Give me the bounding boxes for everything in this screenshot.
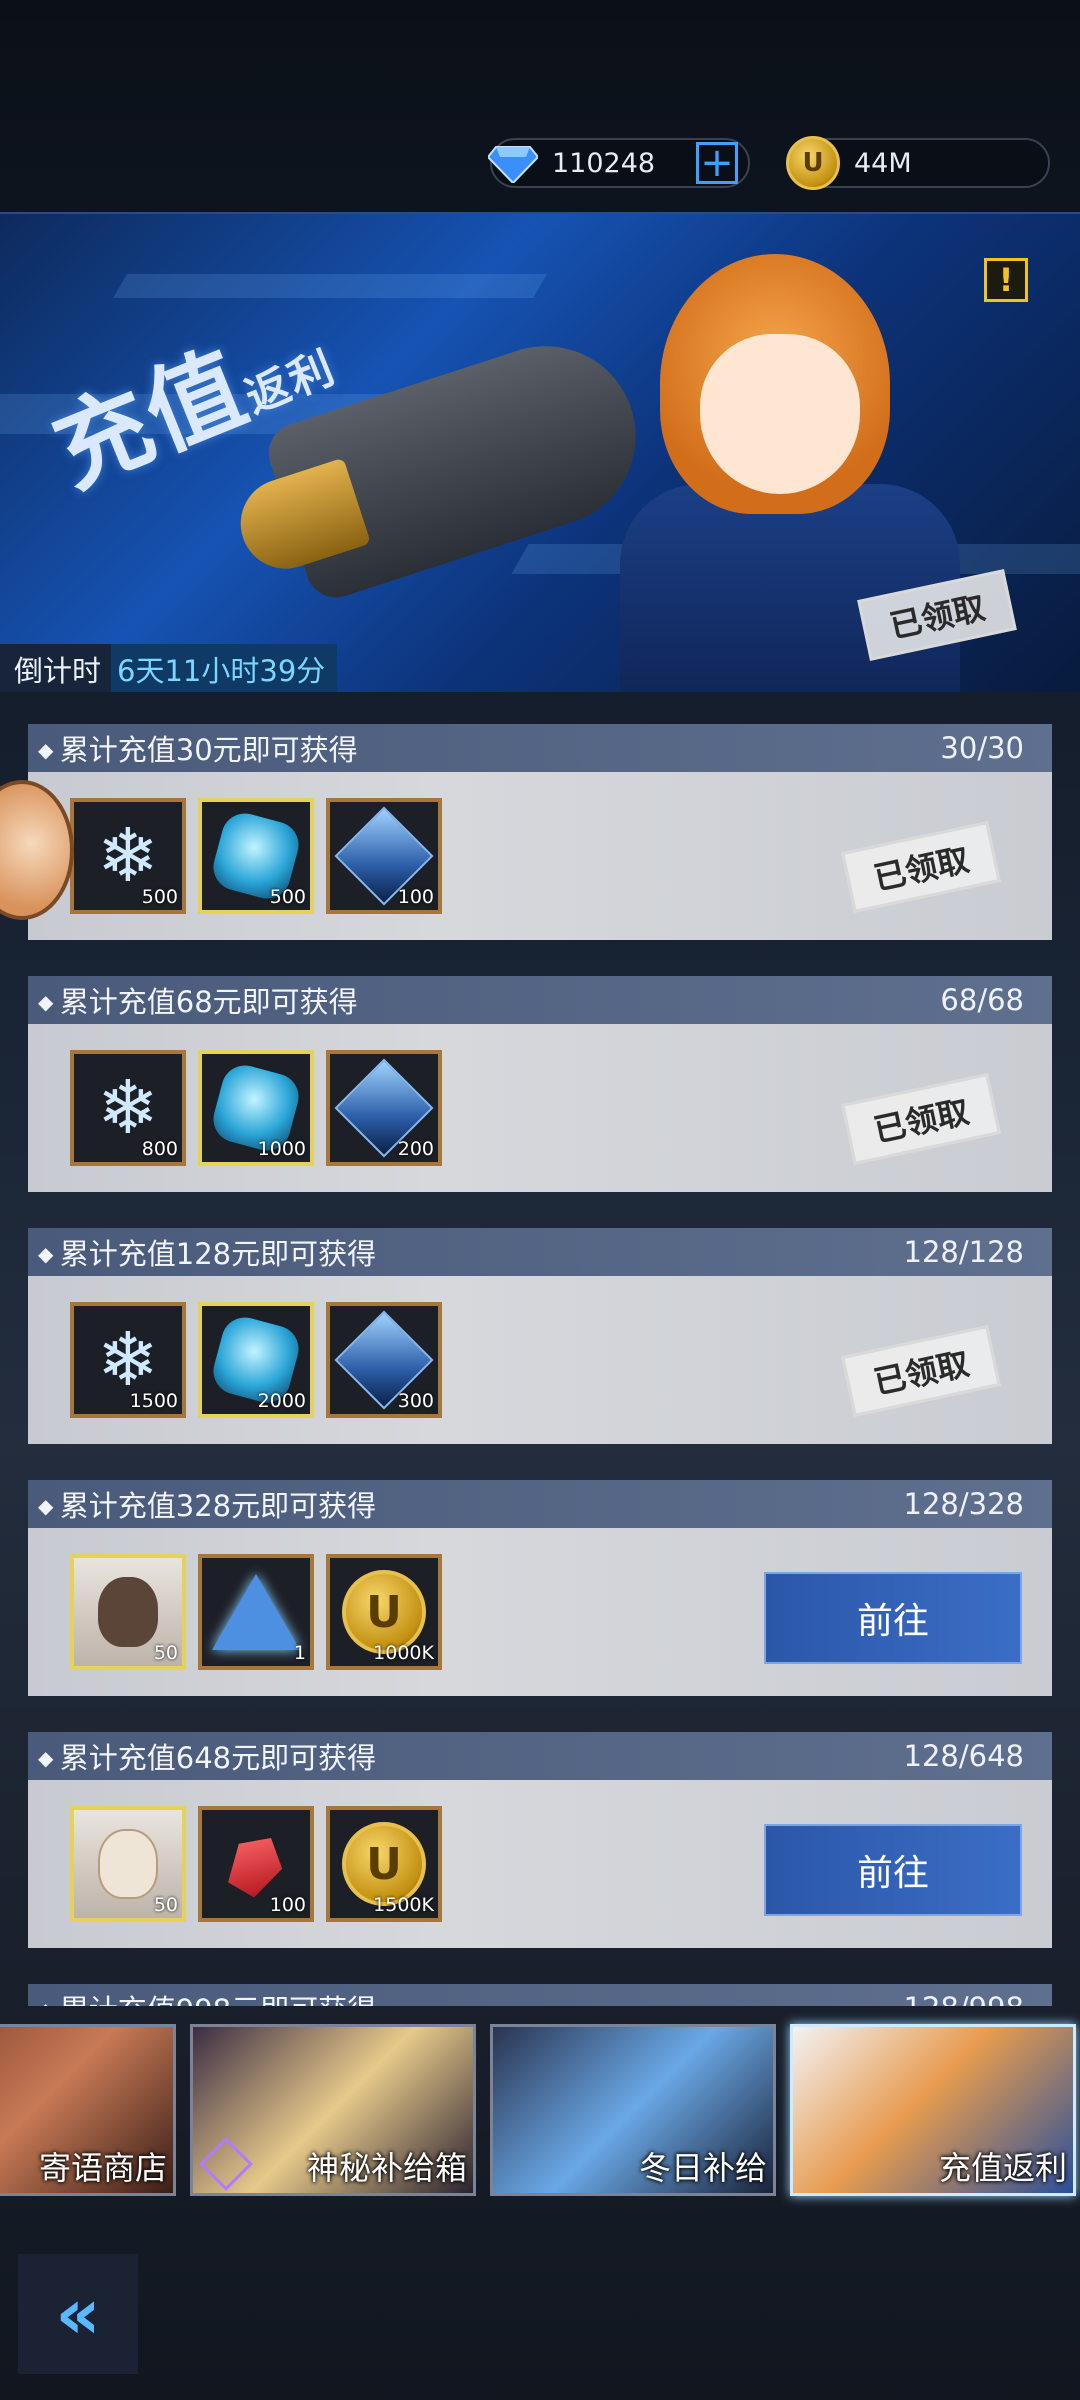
reward-progress: 128/128 (903, 1235, 1024, 1269)
item-qty: 200 (397, 1138, 434, 1160)
reward-item[interactable]: 2000 (198, 1302, 314, 1418)
item-qty: 100 (397, 886, 434, 908)
item-qty: 1500K (373, 1894, 434, 1916)
reward-card-header: 累计充值328元即可获得 128/328 (28, 1480, 1052, 1528)
item-qty: 500 (141, 886, 178, 908)
item-qty: 1500 (129, 1390, 178, 1412)
info-warning-icon[interactable]: ! (984, 258, 1028, 302)
u-coin-icon: U (786, 136, 840, 190)
reward-progress: 30/30 (940, 731, 1024, 765)
claimed-stamp: 已领取 (841, 821, 1001, 913)
item-qty: 800 (141, 1138, 178, 1160)
reward-progress: 128/328 (903, 1487, 1024, 1521)
banner-title-sub: 返利 (238, 341, 343, 424)
banner-title-main: 充值 (38, 330, 262, 509)
reward-title: 累计充值128元即可获得 (38, 1231, 376, 1273)
reward-item[interactable]: ❄ 800 (70, 1050, 186, 1166)
reward-card-body: 50 1 U 1000K 前往 (28, 1528, 1052, 1696)
reward-card-body: ❄ 1500 2000 300 已领取 (28, 1276, 1052, 1444)
recharge-rebate-screen: 110248 + U 44M 充值返利 ! 已领取 倒计时 6天11小时39分 … (0, 0, 1080, 2400)
reward-title: 累计充值998元即可获得 (38, 1987, 376, 2006)
add-gems-button[interactable]: + (696, 142, 738, 184)
item-qty: 50 (153, 1642, 178, 1664)
reward-item[interactable]: 300 (326, 1302, 442, 1418)
reward-item[interactable]: 100 (326, 798, 442, 914)
reward-card: 累计充值68元即可获得 68/68 ❄800 1000 200 已领取 (28, 976, 1052, 1192)
item-qty: 1000 (257, 1138, 306, 1160)
coin-balance: U 44M (786, 136, 1050, 190)
reward-title: 累计充值328元即可获得 (38, 1483, 376, 1525)
reward-progress: 68/68 (940, 983, 1024, 1017)
reward-card-header: 累计充值998元即可获得 128/998 (28, 1984, 1052, 2006)
character-coat-art (620, 484, 960, 692)
reward-item[interactable]: 500 (198, 798, 314, 914)
tab-label: 充值返利 (938, 2149, 1067, 2187)
reward-card: 累计充值128元即可获得 128/128 ❄1500 2000 300 已领取 (28, 1228, 1052, 1444)
reward-card-header: 累计充值30元即可获得 30/30 (28, 724, 1052, 772)
currency-bar: 110248 + U 44M (0, 130, 1080, 200)
event-tabs: 寄语商店 神秘补给箱 冬日补给 充值返利 (0, 2024, 1080, 2200)
coin-amount: 44M (854, 147, 912, 179)
item-qty: 1 (293, 1642, 306, 1664)
reward-item[interactable]: 1 (198, 1554, 314, 1670)
tab-mystery-supply[interactable]: 神秘补给箱 (190, 2024, 476, 2196)
reward-card-body: 50 100 U 1500K 前往 (28, 1780, 1052, 1948)
reward-item[interactable]: 1000 (198, 1050, 314, 1166)
event-banner: 充值返利 ! 已领取 (0, 212, 1080, 692)
tab-recharge-rebate[interactable]: 充值返利 (790, 2024, 1076, 2196)
item-qty: 300 (397, 1390, 434, 1412)
item-qty: 2000 (257, 1390, 306, 1412)
item-qty: 500 (269, 886, 306, 908)
reward-item[interactable]: 200 (326, 1050, 442, 1166)
reward-list[interactable]: 累计充值30元即可获得 30/30 ❄500 500 100 已领取 累计充值6… (28, 724, 1052, 2006)
reward-title: 累计充值648元即可获得 (38, 1735, 376, 1777)
tab-message-shop[interactable]: 寄语商店 (0, 2024, 176, 2196)
reward-progress: 128/998 (904, 1991, 1024, 2006)
countdown-label: 倒计时 (0, 644, 112, 692)
countdown-value: 6天11小时39分 (111, 644, 338, 692)
go-button[interactable]: 前往 (764, 1572, 1022, 1664)
reward-title: 累计充值68元即可获得 (38, 979, 358, 1021)
reward-card-header: 累计充值68元即可获得 68/68 (28, 976, 1052, 1024)
item-qty: 50 (153, 1894, 178, 1916)
claimed-stamp: 已领取 (841, 1325, 1001, 1417)
reward-progress: 128/648 (903, 1739, 1024, 1773)
item-qty: 1000K (373, 1642, 434, 1664)
reward-card: 累计充值328元即可获得 128/328 50 1 U1000K 前往 (28, 1480, 1052, 1696)
reward-item[interactable]: 50 (70, 1554, 186, 1670)
reward-item[interactable]: U 1500K (326, 1806, 442, 1922)
reward-card: 累计充值30元即可获得 30/30 ❄500 500 100 已领取 (28, 724, 1052, 940)
claimed-stamp: 已领取 (841, 1073, 1001, 1165)
reward-item[interactable]: 100 (198, 1806, 314, 1922)
reward-item[interactable]: 50 (70, 1806, 186, 1922)
reward-item[interactable]: U 1000K (326, 1554, 442, 1670)
reward-card: 累计充值648元即可获得 128/648 50 100 U1500K 前往 (28, 1732, 1052, 1948)
tab-label: 冬日补给 (638, 2149, 767, 2187)
go-button[interactable]: 前往 (764, 1824, 1022, 1916)
back-button[interactable]: « (18, 2254, 138, 2374)
diamond-icon (488, 146, 538, 183)
reward-item[interactable]: ❄ 500 (70, 798, 186, 914)
item-qty: 100 (269, 1894, 306, 1916)
tab-winter-supply[interactable]: 冬日补给 (490, 2024, 776, 2196)
reward-item[interactable]: ❄ 1500 (70, 1302, 186, 1418)
reward-card-header: 累计充值648元即可获得 128/648 (28, 1732, 1052, 1780)
reward-card-header: 累计充值128元即可获得 128/128 (28, 1228, 1052, 1276)
character-face-art (700, 334, 860, 494)
reward-title: 累计充值30元即可获得 (38, 727, 358, 769)
gem-balance: 110248 + (488, 138, 750, 188)
countdown: 倒计时 6天11小时39分 (0, 644, 338, 692)
tab-label: 寄语商店 (38, 2149, 167, 2187)
gem-amount: 110248 (552, 147, 656, 179)
reward-card-body: ❄ 500 500 100 已领取 (28, 772, 1052, 940)
tab-label: 神秘补给箱 (306, 2149, 467, 2187)
reward-card-body: ❄ 800 1000 200 已领取 (28, 1024, 1052, 1192)
reward-card: 累计充值998元即可获得 128/998 (28, 1984, 1052, 2006)
